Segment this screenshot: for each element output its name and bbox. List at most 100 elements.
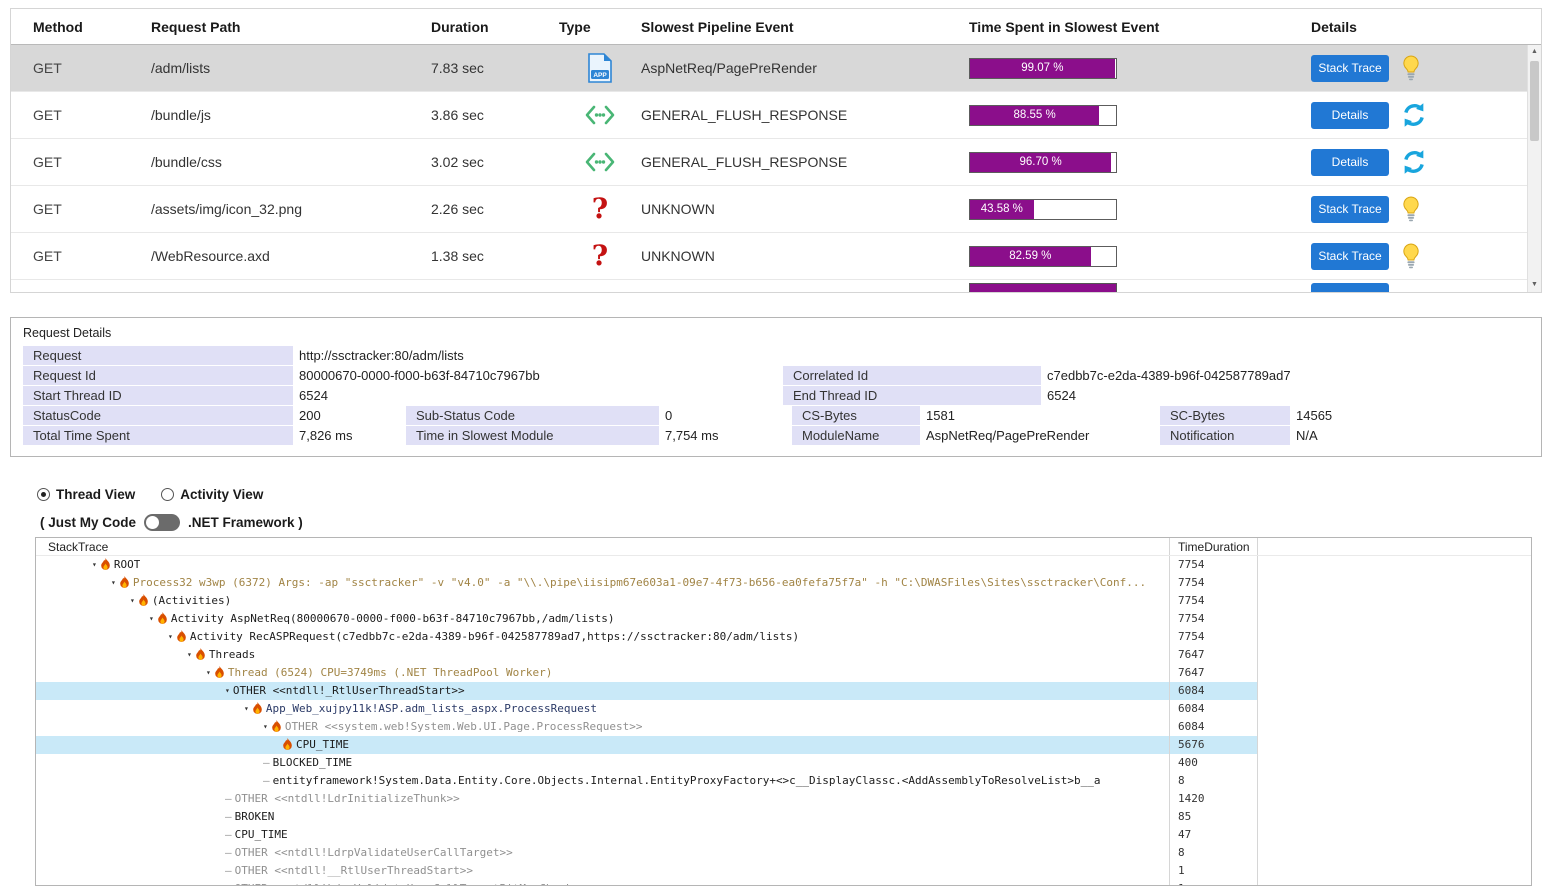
expander-icon[interactable]: ▾ bbox=[130, 592, 135, 610]
table-row[interactable]: GET /WebResource.axd 1.38 sec ? UNKNOWN … bbox=[11, 233, 1541, 280]
time-duration-cell: 6084 bbox=[1170, 682, 1258, 700]
sub-status-code-value: 0 bbox=[665, 408, 673, 423]
table-row[interactable]: GET /bundle/css 3.02 sec GENERAL_FLUSH_R… bbox=[11, 139, 1541, 186]
refresh-icon[interactable] bbox=[1401, 149, 1427, 175]
time-duration-cell: 8 bbox=[1170, 772, 1258, 790]
stack-frame-name-cell: ▾ – OTHER <<ntdll!LdrInitializeThunk>> bbox=[36, 790, 1170, 808]
expander-icon[interactable]: ▾ bbox=[263, 718, 268, 736]
stack-frame-name-cell: ▾ – OTHER <<ntdll!LdrpValidateUserCallTa… bbox=[36, 880, 1170, 885]
stack-frame-text: OTHER <<ntdll!__RtlUserThreadStart>> bbox=[234, 864, 474, 877]
time-duration-cell: 7754 bbox=[1170, 610, 1258, 628]
row-action-button[interactable]: Details bbox=[1311, 148, 1389, 176]
stack-frame-text: OTHER <<ntdll!LdrpValidateUserCallTarget… bbox=[235, 880, 586, 885]
activity-view-radio[interactable]: Activity View bbox=[161, 487, 263, 502]
slowest-event-cell: GENERAL_FLUSH_RESPONSE bbox=[641, 107, 848, 123]
stack-trace-row[interactable]: ▾ – OTHER <<ntdll!__RtlUserThreadStart>>… bbox=[36, 862, 1531, 880]
stack-frame-name-cell: ▾ – Activity RecASPRequest(c7edbb7c-e2da… bbox=[36, 628, 1170, 646]
refresh-icon[interactable] bbox=[1401, 102, 1427, 128]
time-percent-label: 43.58 % bbox=[980, 203, 1023, 215]
expander-icon[interactable]: ▾ bbox=[92, 556, 97, 574]
type-cell bbox=[559, 150, 641, 174]
row-action-button[interactable]: Details bbox=[1311, 101, 1389, 129]
tree-tick: – bbox=[263, 774, 270, 787]
expander-icon[interactable]: ▾ bbox=[149, 610, 154, 628]
expander-icon[interactable]: ▾ bbox=[225, 682, 230, 700]
row-action-button[interactable]: Stack Trace bbox=[1311, 54, 1389, 82]
stack-trace-row[interactable]: ▾ – Threads 7647 bbox=[36, 646, 1531, 664]
stack-trace-row[interactable]: ▾ – OTHER <<system.web!System.Web.UI.Pag… bbox=[36, 718, 1531, 736]
stack-trace-row[interactable]: ▾ – entityframework!System.Data.Entity.C… bbox=[36, 772, 1531, 790]
script-icon bbox=[583, 103, 617, 127]
stack-trace-row[interactable]: ▾ – Activity AspNetReq(80000670-0000-f00… bbox=[36, 610, 1531, 628]
stack-trace-row[interactable]: ▾ – CPU_TIME 5676 bbox=[36, 736, 1531, 754]
stack-trace-row[interactable]: ▾ – OTHER <<ntdll!LdrInitializeThunk>> 1… bbox=[36, 790, 1531, 808]
stack-frame-name-cell: ▾ – BLOCKED_TIME bbox=[36, 754, 1170, 772]
time-duration-cell: 7754 bbox=[1170, 628, 1258, 646]
module-name-label: ModuleName bbox=[792, 426, 920, 445]
thread-view-radio[interactable]: Thread View bbox=[37, 487, 135, 502]
expander-icon[interactable]: ▾ bbox=[187, 646, 192, 664]
expander-icon[interactable]: ▾ bbox=[111, 574, 116, 592]
stack-frame-name-cell: ▾ – OTHER <<ntdll!LdrpValidateUserCallTa… bbox=[36, 844, 1170, 862]
table-row[interactable]: GET /bundle/js 3.86 sec GENERAL_FLUSH_RE… bbox=[11, 92, 1541, 139]
time-spent-cell: 99.07 % bbox=[969, 57, 1311, 79]
request-details-title: Request Details bbox=[23, 326, 112, 340]
expander-icon[interactable]: ▾ bbox=[168, 628, 173, 646]
stack-trace-row[interactable]: ▾ – Thread (6524) CPU=3749ms (.NET Threa… bbox=[36, 664, 1531, 682]
stack-trace-row[interactable]: ▾ – BROKEN 85 bbox=[36, 808, 1531, 826]
stack-trace-row[interactable]: ▾ – Process32 w3wp (6372) Args: -ap "ssc… bbox=[36, 574, 1531, 592]
stack-frame-text: OTHER <<system.web!System.Web.UI.Page.Pr… bbox=[284, 720, 643, 733]
time-percent-bar: 99.07 % bbox=[969, 57, 1117, 79]
stack-trace-row[interactable]: ▾ – OTHER <<ntdll!_RtlUserThreadStart>> … bbox=[36, 682, 1531, 700]
code-filter-row: ( Just My Code .NET Framework ) bbox=[40, 511, 1552, 533]
duration-cell: 3.02 sec bbox=[431, 154, 484, 170]
time-percent-bar: 96.70 % bbox=[969, 151, 1117, 173]
expander-icon[interactable]: ▾ bbox=[244, 700, 249, 718]
lightbulb-icon[interactable] bbox=[1401, 243, 1421, 269]
stack-trace-row[interactable]: ▾ – OTHER <<ntdll!LdrpValidateUserCallTa… bbox=[36, 844, 1531, 862]
column-header-time-spent: Time Spent in Slowest Event bbox=[969, 18, 1160, 35]
start-thread-id-label: Start Thread ID bbox=[23, 386, 293, 405]
duration-cell: 3.86 sec bbox=[431, 107, 484, 123]
status-code-label: StatusCode bbox=[23, 406, 293, 425]
row-action-button[interactable]: Stack Trace bbox=[1311, 242, 1389, 270]
table-scrollbar[interactable]: ▲ ▼ bbox=[1527, 45, 1541, 292]
stack-frame-text: entityframework!System.Data.Entity.Core.… bbox=[272, 774, 1101, 787]
expander-icon[interactable]: ▾ bbox=[206, 664, 211, 682]
scrollbar-track[interactable] bbox=[1528, 59, 1541, 278]
table-row[interactable]: GET /adm/lists 7.83 sec APP AspNetReq/Pa… bbox=[11, 45, 1541, 92]
stack-trace-row[interactable]: ▾ – OTHER <<ntdll!LdrpValidateUserCallTa… bbox=[36, 880, 1531, 885]
sc-bytes-value: 14565 bbox=[1296, 408, 1333, 423]
code-filter-toggle[interactable] bbox=[144, 513, 181, 531]
sub-status-code-label: Sub-Status Code bbox=[406, 406, 659, 425]
scroll-down-icon[interactable]: ▼ bbox=[1528, 278, 1541, 292]
stack-trace-row[interactable]: ▾ – (Activities) 7754 bbox=[36, 592, 1531, 610]
details-row: StatusCode 200 Sub-Status Code 0 CS-Byte… bbox=[23, 406, 1529, 425]
lightbulb-icon[interactable] bbox=[1401, 55, 1421, 81]
stack-trace-row[interactable]: ▾ – App_Web_xujpy11k!ASP.adm_lists_aspx.… bbox=[36, 700, 1531, 718]
scroll-up-icon[interactable]: ▲ bbox=[1528, 45, 1541, 59]
lightbulb-icon[interactable] bbox=[1401, 196, 1421, 222]
total-time-spent-label: Total Time Spent bbox=[23, 426, 293, 445]
time-duration-cell: 7647 bbox=[1170, 646, 1258, 664]
time-duration-cell: 7647 bbox=[1170, 664, 1258, 682]
flame-icon bbox=[214, 666, 225, 680]
row-action-button[interactable]: Stack Trace bbox=[1311, 195, 1389, 223]
time-duration-cell: 7754 bbox=[1170, 556, 1258, 574]
tree-tick: – bbox=[225, 880, 232, 885]
column-header-type: Type bbox=[559, 18, 591, 35]
request-label: Request bbox=[23, 346, 293, 365]
stack-trace-row[interactable]: ▾ – BLOCKED_TIME 400 bbox=[36, 754, 1531, 772]
stacktrace-column-header: StackTrace bbox=[36, 538, 1170, 555]
stack-trace-row[interactable]: ▾ – CPU_TIME 47 bbox=[36, 826, 1531, 844]
time-percent-label: 99.07 % bbox=[1021, 62, 1064, 74]
flame-icon bbox=[119, 576, 130, 590]
table-row[interactable]: GET /assets/img/icon_32.png 2.26 sec ? U… bbox=[11, 186, 1541, 233]
stack-trace-row[interactable]: ▾ – Activity RecASPRequest(c7edbb7c-e2da… bbox=[36, 628, 1531, 646]
time-duration-cell: 5676 bbox=[1170, 736, 1258, 754]
stack-frame-text: CPU_TIME bbox=[296, 738, 349, 751]
stack-trace-row[interactable]: ▾ – ROOT 7754 bbox=[36, 556, 1531, 574]
scrollbar-thumb[interactable] bbox=[1530, 61, 1539, 141]
activity-view-label: Activity View bbox=[180, 486, 264, 502]
stack-frame-text: ROOT bbox=[113, 558, 141, 571]
